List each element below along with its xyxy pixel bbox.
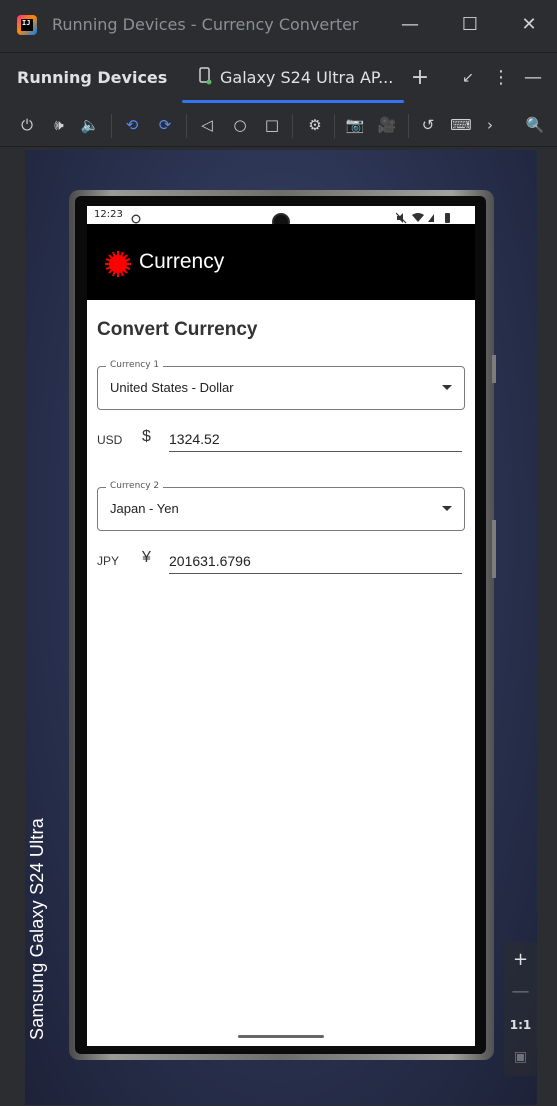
hide-panel-icon[interactable]: —	[521, 66, 545, 90]
dropdown-arrow-icon	[442, 506, 452, 511]
currency2-value: Japan - Yen	[110, 501, 179, 516]
currency2-symbol: ¥	[142, 549, 151, 566]
phone-screen[interactable]: 12:23 Currency Convert Currency Currency…	[87, 206, 475, 1046]
more-options-icon[interactable]: ⋮	[489, 66, 513, 90]
back-icon[interactable]: ◁	[196, 114, 218, 136]
zoom-fit-icon[interactable]: ▣	[504, 1043, 537, 1071]
toolbar-separator	[334, 114, 335, 138]
volume-up-icon[interactable]: 🕪	[48, 114, 70, 136]
toolbar-separator	[408, 114, 409, 138]
zoom-actual-size-button[interactable]: 1:1	[504, 1011, 537, 1039]
currency1-symbol: $	[142, 428, 151, 445]
currency2-dropdown[interactable]: Currency 2 Japan - Yen	[97, 481, 465, 531]
currency1-dropdown[interactable]: Currency 1 United States - Dollar	[97, 360, 465, 410]
phone-side-button	[492, 520, 496, 578]
rotate-left-icon[interactable]: ⟲	[121, 114, 143, 136]
layout-inspector-icon[interactable]: 🔍	[524, 114, 546, 136]
detach-icon[interactable]: ↙	[456, 66, 480, 90]
currency-app-icon	[105, 251, 131, 277]
currency1-amount-input[interactable]	[169, 427, 462, 452]
currency2-label: Currency 2	[106, 481, 164, 491]
add-device-icon[interactable]: +	[408, 66, 432, 90]
device-settings-icon[interactable]: ⚙	[304, 114, 326, 136]
overview-icon[interactable]: □	[261, 114, 283, 136]
minimize-button[interactable]: —	[395, 10, 425, 40]
maximize-button[interactable]: ☐	[455, 10, 485, 40]
close-button[interactable]: ✕	[514, 10, 544, 40]
screen-record-icon[interactable]: 🎥	[376, 114, 398, 136]
toolbar-separator	[111, 114, 112, 138]
reset-icon[interactable]: ↺	[417, 114, 439, 136]
power-icon[interactable]: ⏻	[16, 114, 38, 136]
currency1-label: Currency 1	[106, 360, 164, 370]
zoom-in-icon[interactable]: +	[504, 946, 537, 974]
page-heading: Convert Currency	[97, 319, 258, 340]
intellij-logo-icon: IJ	[17, 15, 37, 35]
device-tab-label: Galaxy S24 Ultra AP...	[220, 68, 394, 87]
currency1-value: United States - Dollar	[110, 380, 234, 395]
dropdown-arrow-icon	[442, 385, 452, 390]
zoom-out-icon[interactable]: —	[504, 978, 537, 1006]
side-strip	[0, 150, 25, 1106]
currency2-amount-input[interactable]	[169, 549, 462, 574]
rotate-right-icon[interactable]: ⟳	[154, 114, 176, 136]
status-time: 12:23	[94, 209, 123, 220]
chevron-right-icon[interactable]: ›	[479, 114, 501, 136]
app-title: Currency	[139, 250, 225, 273]
tool-window-title: Running Devices	[17, 68, 168, 87]
device-icon	[198, 67, 212, 85]
volume-down-icon[interactable]: 🔈	[79, 114, 101, 136]
phone-side-button	[492, 355, 496, 383]
currency2-code: JPY	[97, 554, 120, 568]
tab-underline	[182, 100, 404, 103]
device-model-label: Samsung Galaxy S24 Ultra	[27, 818, 47, 1040]
screenshot-icon[interactable]: 📷	[344, 114, 366, 136]
status-icons	[395, 209, 456, 224]
window-title: Running Devices - Currency Converter	[52, 15, 359, 34]
notification-icon	[131, 209, 141, 224]
gesture-nav-handle[interactable]	[238, 1035, 324, 1038]
keyboard-icon[interactable]: ⌨	[450, 114, 472, 136]
toolbar-separator	[292, 114, 293, 138]
home-icon[interactable]: ○	[229, 114, 251, 136]
currency1-code: USD	[97, 433, 123, 447]
toolbar-separator	[186, 114, 187, 138]
